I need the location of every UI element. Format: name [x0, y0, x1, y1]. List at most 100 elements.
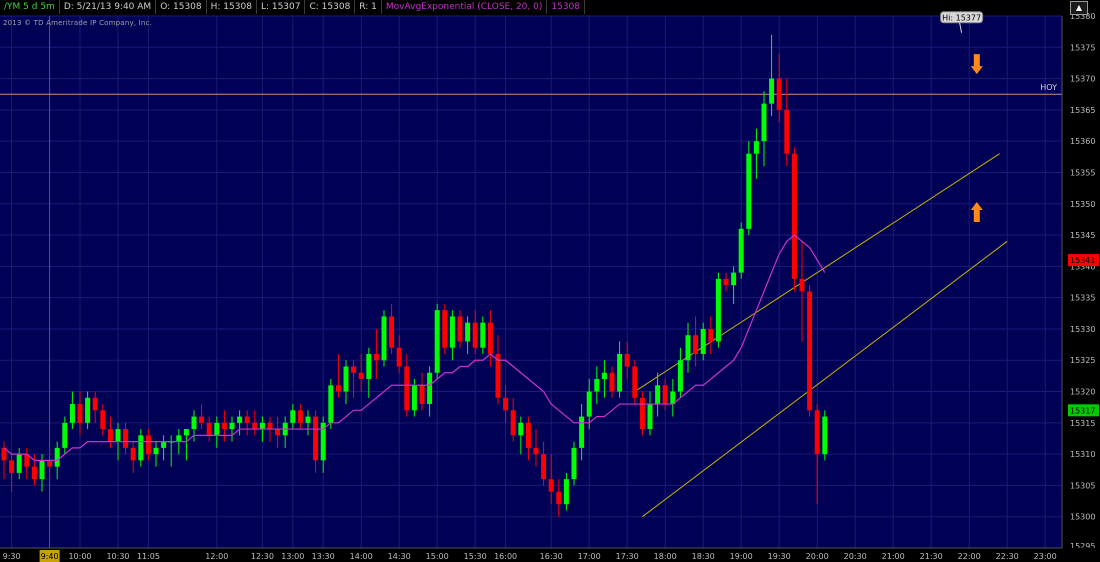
candle-body — [335, 385, 341, 392]
x-tick-label: 16:00 — [494, 552, 517, 561]
high-marker-label: Hi: 15377 — [942, 13, 981, 22]
candle-body — [85, 397, 91, 423]
y-tick-label: 15320 — [1070, 388, 1095, 397]
candle-body — [647, 404, 653, 430]
candle-body — [9, 460, 15, 473]
price-tag-label: 15317 — [1070, 406, 1095, 415]
candle-body — [221, 422, 227, 430]
candle-body — [123, 429, 129, 448]
low-readout: L: 15307 — [257, 0, 306, 14]
plot-area — [0, 16, 1062, 548]
study-label[interactable]: MovAvgExponential (CLOSE, 20, 0) — [382, 0, 548, 14]
candle-body — [442, 310, 448, 348]
x-tick-label: 19:00 — [730, 552, 753, 561]
candle-body — [161, 441, 167, 448]
x-tick-label: 9:30 — [3, 552, 21, 561]
candle-body — [297, 410, 303, 423]
x-tick-label: 14:00 — [350, 552, 373, 561]
candle-body — [548, 479, 554, 492]
candle-body — [313, 416, 319, 461]
candle-body — [107, 429, 113, 442]
y-tick-label: 15330 — [1070, 325, 1095, 334]
candle-body — [503, 397, 509, 411]
candle-body — [62, 422, 68, 448]
candle-body — [206, 422, 212, 436]
y-tick-label: 15315 — [1070, 419, 1095, 428]
candle-body — [199, 416, 205, 423]
candle-body — [556, 491, 562, 505]
candle-body — [693, 335, 699, 354]
candle-body — [275, 429, 281, 436]
candle-body — [487, 322, 493, 354]
candle-body — [31, 466, 37, 480]
candle-body — [366, 353, 372, 380]
y-tick-label: 15350 — [1070, 200, 1095, 209]
candle-body — [39, 460, 45, 480]
chart-window: HOY Hi: 15377 15300 15305 15310 15315 15320 153… — [0, 0, 1100, 562]
candle-body — [373, 353, 379, 361]
candle-body — [115, 429, 121, 442]
x-tick-label: 22:30 — [996, 552, 1019, 561]
candle-body — [183, 429, 189, 436]
x-tick-label: 12:00 — [205, 552, 228, 561]
candle-body — [449, 316, 455, 348]
candle-body — [305, 416, 311, 423]
x-tick-label: 12:30 — [251, 552, 274, 561]
chart-canvas[interactable]: HOY Hi: 15377 15300 15305 15310 15315 15320 153… — [0, 0, 1100, 562]
candle-body — [351, 366, 357, 373]
candle-body — [358, 372, 364, 380]
candle-body — [639, 397, 645, 430]
x-tick-label: 21:30 — [920, 552, 943, 561]
candle-body — [738, 228, 744, 273]
x-tick-label: 16:30 — [540, 552, 563, 561]
candle-body — [47, 460, 53, 467]
y-tick-label: 15355 — [1070, 168, 1095, 177]
candle-body — [176, 435, 182, 442]
candle-body — [237, 416, 243, 423]
candle-body — [328, 385, 334, 423]
x-tick-label: 22:00 — [958, 552, 981, 561]
candle-body — [685, 335, 691, 361]
candle-body — [776, 78, 782, 110]
symbol-label[interactable]: /YM 5 d 5m — [0, 0, 60, 14]
candle-body — [16, 454, 22, 473]
range-readout: R: 1 — [355, 0, 382, 14]
candle-body — [799, 278, 805, 292]
candle-body — [525, 422, 531, 448]
candle-body — [723, 278, 729, 286]
close-readout: C: 15308 — [305, 0, 356, 14]
candle-body — [145, 435, 151, 455]
y-tick-label: 15345 — [1070, 231, 1095, 240]
candle-body — [715, 278, 721, 342]
candle-body — [822, 416, 828, 455]
candle-body — [92, 397, 98, 411]
candle-body — [579, 416, 585, 448]
candle-body — [708, 328, 714, 342]
candle-body — [586, 391, 592, 417]
candle-body — [601, 372, 607, 380]
x-tick-label: 21:00 — [882, 552, 905, 561]
candle-body — [381, 316, 387, 361]
candle-body — [100, 410, 106, 430]
y-tick-label: 15335 — [1070, 294, 1095, 303]
candle-body — [814, 410, 820, 455]
candle-body — [617, 353, 623, 392]
maximize-icon[interactable]: ▲ — [1070, 1, 1088, 15]
x-tick-label: 10:00 — [68, 552, 91, 561]
candle-body — [427, 372, 433, 405]
y-tick-label: 15300 — [1070, 513, 1095, 522]
candle-body — [571, 447, 577, 480]
candle-body — [563, 479, 569, 505]
candle-body — [252, 422, 258, 430]
x-tick-label: 13:30 — [312, 552, 335, 561]
y-tick-label: 15325 — [1070, 356, 1095, 365]
date-readout: D: 5/21/13 9:40 AM — [60, 0, 157, 14]
candle-body — [77, 404, 83, 423]
candle-body — [594, 379, 600, 392]
candle-body — [632, 366, 638, 398]
candle-body — [434, 310, 440, 373]
x-tick-label: 13:00 — [281, 552, 304, 561]
candle-body — [807, 291, 813, 411]
candle-body — [677, 360, 683, 392]
candle-body — [746, 153, 752, 229]
